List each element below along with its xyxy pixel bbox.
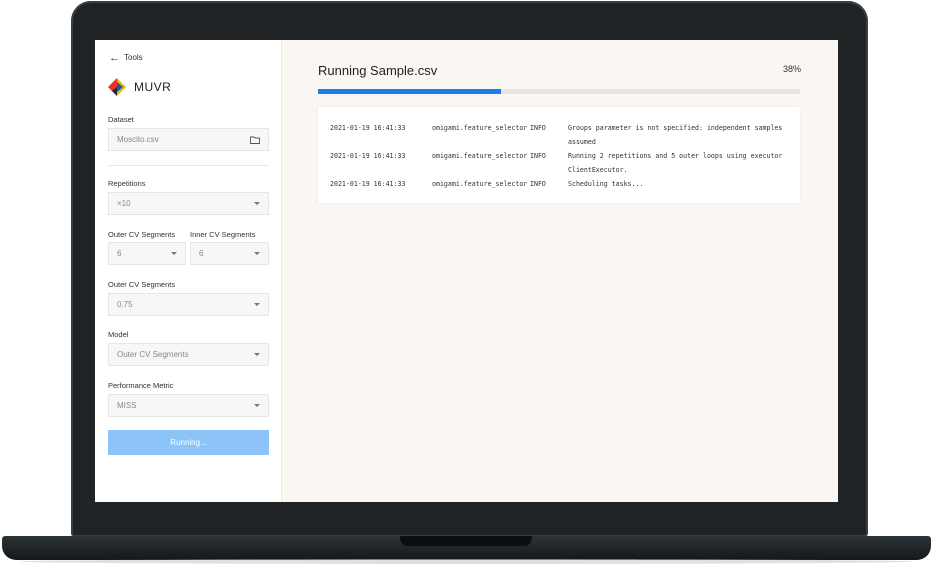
brand-name: MUVR	[134, 80, 172, 94]
log-console: 2021-01-19 16:41:33 omigami.feature_sele…	[318, 107, 800, 203]
outer-cv-2-label: Outer CV Segments	[108, 280, 176, 289]
muvr-logo-icon	[108, 78, 126, 96]
page-title: Running Sample.csv	[318, 63, 438, 78]
back-to-tools-link[interactable]: ← Tools	[109, 51, 143, 64]
repetitions-value: ×10	[117, 199, 131, 208]
outer-cv-2-select[interactable]: 0.75	[108, 293, 269, 316]
log-message: Running 2 repetitions and 5 outer loops …	[568, 152, 783, 174]
log-source: omigami.feature_selector	[432, 152, 528, 160]
model-select[interactable]: Outer CV Segments	[108, 343, 269, 366]
model-label: Model	[108, 330, 129, 339]
chevron-down-icon	[254, 202, 260, 205]
log-line: 2021-01-19 16:41:33 omigami.feature_sele…	[330, 177, 788, 191]
laptop-notch	[400, 536, 532, 546]
log-line: 2021-01-19 16:41:33 omigami.feature_sele…	[330, 149, 788, 177]
app-screen: ← Tools MUVR Dataset Moscito.csv Repetit…	[95, 40, 838, 502]
log-timestamp: 2021-01-19 16:41:33	[330, 124, 406, 132]
log-level: INFO	[530, 152, 546, 160]
metric-select[interactable]: MISS	[108, 394, 269, 417]
outer-cv-select[interactable]: 6	[108, 242, 186, 265]
inner-cv-value: 6	[199, 249, 204, 258]
log-level: INFO	[530, 124, 546, 132]
outer-cv-value: 6	[117, 249, 122, 258]
dataset-value: Moscito.csv	[117, 135, 159, 144]
run-button[interactable]: Running...	[108, 430, 269, 455]
laptop-shadow	[20, 559, 913, 564]
dataset-label: Dataset	[108, 115, 134, 124]
dataset-field[interactable]: Moscito.csv	[108, 128, 269, 151]
log-source: omigami.feature_selector	[432, 180, 528, 188]
progress-bar	[318, 89, 800, 94]
brand: MUVR	[108, 78, 171, 96]
inner-cv-select[interactable]: 6	[190, 242, 269, 265]
log-line: 2021-01-19 16:41:33 omigami.feature_sele…	[330, 121, 788, 149]
metric-value: MISS	[117, 401, 137, 410]
chevron-down-icon	[254, 404, 260, 407]
chevron-down-icon	[254, 353, 260, 356]
divider	[108, 165, 269, 166]
metric-label: Performance Metric	[108, 381, 174, 390]
sidebar: ← Tools MUVR Dataset Moscito.csv Repetit…	[95, 40, 282, 502]
repetitions-select[interactable]: ×10	[108, 192, 269, 215]
outer-cv-2-value: 0.75	[117, 300, 133, 309]
progress-fill	[318, 89, 502, 94]
log-level: INFO	[530, 180, 546, 188]
repetitions-label: Repetitions	[108, 179, 146, 188]
log-timestamp: 2021-01-19 16:41:33	[330, 152, 406, 160]
log-timestamp: 2021-01-19 16:41:33	[330, 180, 406, 188]
progress-percent: 38%	[782, 64, 801, 74]
chevron-down-icon	[171, 252, 177, 255]
model-value: Outer CV Segments	[117, 350, 189, 359]
chevron-down-icon	[254, 252, 260, 255]
main-panel: Running Sample.csv 38% 2021-01-19 16:41:…	[282, 40, 838, 502]
chevron-down-icon	[254, 303, 260, 306]
arrow-left-icon: ←	[109, 51, 120, 64]
log-source: omigami.feature_selector	[432, 124, 528, 132]
outer-cv-label: Outer CV Segments	[108, 230, 176, 239]
folder-icon[interactable]	[250, 136, 260, 144]
back-link-label: Tools	[124, 53, 143, 62]
log-message: Scheduling tasks...	[568, 180, 644, 188]
log-message: Groups parameter is not specified: indep…	[568, 124, 783, 146]
inner-cv-label: Inner CV Segments	[190, 230, 256, 239]
